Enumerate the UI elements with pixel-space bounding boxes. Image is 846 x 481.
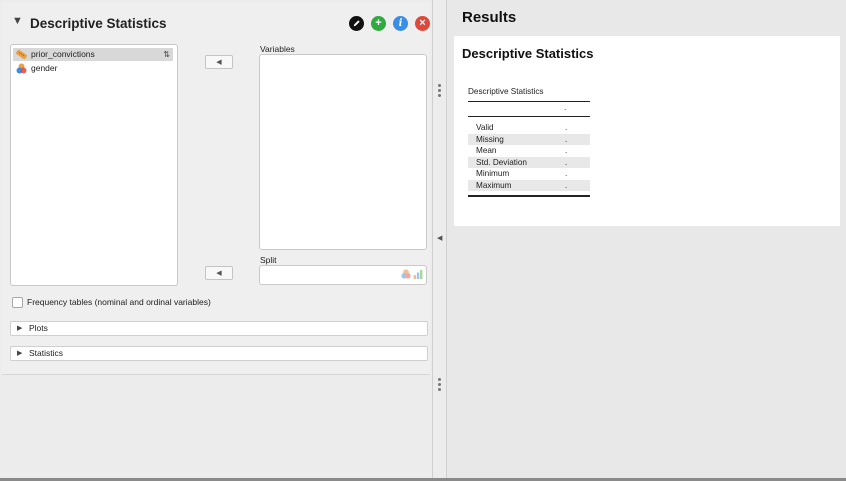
collapse-panel-arrow-icon[interactable]: ◀ bbox=[437, 234, 442, 242]
collapse-triangle-icon[interactable]: ▼ bbox=[12, 15, 23, 27]
table-row: Missing . bbox=[468, 133, 590, 145]
results-panel: Results Descriptive Statistics Descripti… bbox=[448, 0, 846, 481]
row-label: Mean bbox=[476, 146, 497, 155]
table-rule bbox=[468, 101, 590, 102]
available-variables-list[interactable]: prior_convictions ⇅ gender bbox=[10, 44, 178, 286]
table-caption: Descriptive Statistics bbox=[468, 87, 544, 96]
close-icon[interactable]: × bbox=[415, 16, 430, 31]
variable-label: gender bbox=[31, 63, 58, 73]
variable-label: prior_convictions bbox=[31, 49, 95, 59]
table-rule bbox=[468, 116, 590, 117]
column-header: . bbox=[564, 103, 567, 112]
table-row: Maximum . bbox=[468, 179, 590, 191]
sort-icon[interactable]: ⇅ bbox=[163, 49, 170, 60]
row-label: Minimum bbox=[476, 169, 510, 178]
expand-triangle-icon: ▶ bbox=[17, 350, 23, 357]
analysis-form: ▼ Descriptive Statistics + i × prior_con… bbox=[2, 2, 430, 375]
row-value: . bbox=[565, 180, 568, 190]
split-type-icons bbox=[401, 269, 423, 279]
split-drop-box[interactable] bbox=[259, 265, 427, 285]
frequency-tables-checkbox[interactable] bbox=[12, 297, 23, 308]
expand-triangle-icon: ▶ bbox=[17, 325, 23, 332]
frequency-tables-label[interactable]: Frequency tables (nominal and ordinal va… bbox=[27, 297, 211, 307]
row-value: . bbox=[565, 157, 568, 167]
row-value: . bbox=[565, 146, 568, 155]
output-title[interactable]: Descriptive Statistics bbox=[462, 46, 594, 61]
drag-handle-icon[interactable] bbox=[438, 378, 441, 393]
drag-handle-icon[interactable] bbox=[438, 84, 441, 99]
scale-ruler-icon bbox=[15, 49, 28, 60]
variable-item-gender[interactable]: gender bbox=[13, 62, 173, 75]
row-label: Std. Deviation bbox=[476, 157, 527, 167]
plots-section-label: Plots bbox=[29, 323, 48, 333]
panel-splitter[interactable]: ◀ bbox=[432, 0, 447, 481]
info-icon[interactable]: i bbox=[393, 16, 408, 31]
nominal-circles-icon bbox=[16, 63, 27, 74]
table-row: Minimum . bbox=[468, 168, 590, 179]
row-value: . bbox=[565, 169, 568, 178]
statistics-section-label: Statistics bbox=[29, 348, 64, 358]
table-rule bbox=[468, 195, 590, 197]
split-label: Split bbox=[260, 255, 277, 265]
row-value: . bbox=[565, 123, 568, 132]
plus-icon[interactable]: + bbox=[371, 16, 386, 31]
nominal-type-icon bbox=[401, 269, 411, 279]
row-label: Missing bbox=[476, 134, 504, 144]
analysis-title[interactable]: Descriptive Statistics bbox=[30, 16, 167, 31]
table-row: Valid . bbox=[468, 122, 590, 133]
row-value: . bbox=[565, 134, 568, 144]
pencil-icon[interactable] bbox=[349, 16, 364, 31]
plots-section-header[interactable]: ▶ Plots bbox=[10, 321, 428, 336]
results-title: Results bbox=[462, 9, 517, 26]
variables-label: Variables bbox=[260, 44, 295, 54]
row-label: Maximum bbox=[476, 180, 512, 190]
move-to-split-button[interactable]: ◀ bbox=[205, 266, 233, 280]
table-row: Mean . bbox=[468, 145, 590, 156]
analysis-panel: ▼ Descriptive Statistics + i × prior_con… bbox=[0, 0, 432, 481]
variable-item-prior-convictions[interactable]: prior_convictions ⇅ bbox=[13, 48, 173, 61]
results-output-card: Descriptive Statistics Descriptive Stati… bbox=[454, 36, 840, 226]
row-label: Valid bbox=[476, 123, 494, 132]
statistics-section-header[interactable]: ▶ Statistics bbox=[10, 346, 428, 361]
table-row: Std. Deviation . bbox=[468, 156, 590, 168]
variables-drop-box[interactable] bbox=[259, 54, 427, 250]
ordinal-type-icon bbox=[413, 270, 423, 279]
move-to-variables-button[interactable]: ◀ bbox=[205, 55, 233, 69]
